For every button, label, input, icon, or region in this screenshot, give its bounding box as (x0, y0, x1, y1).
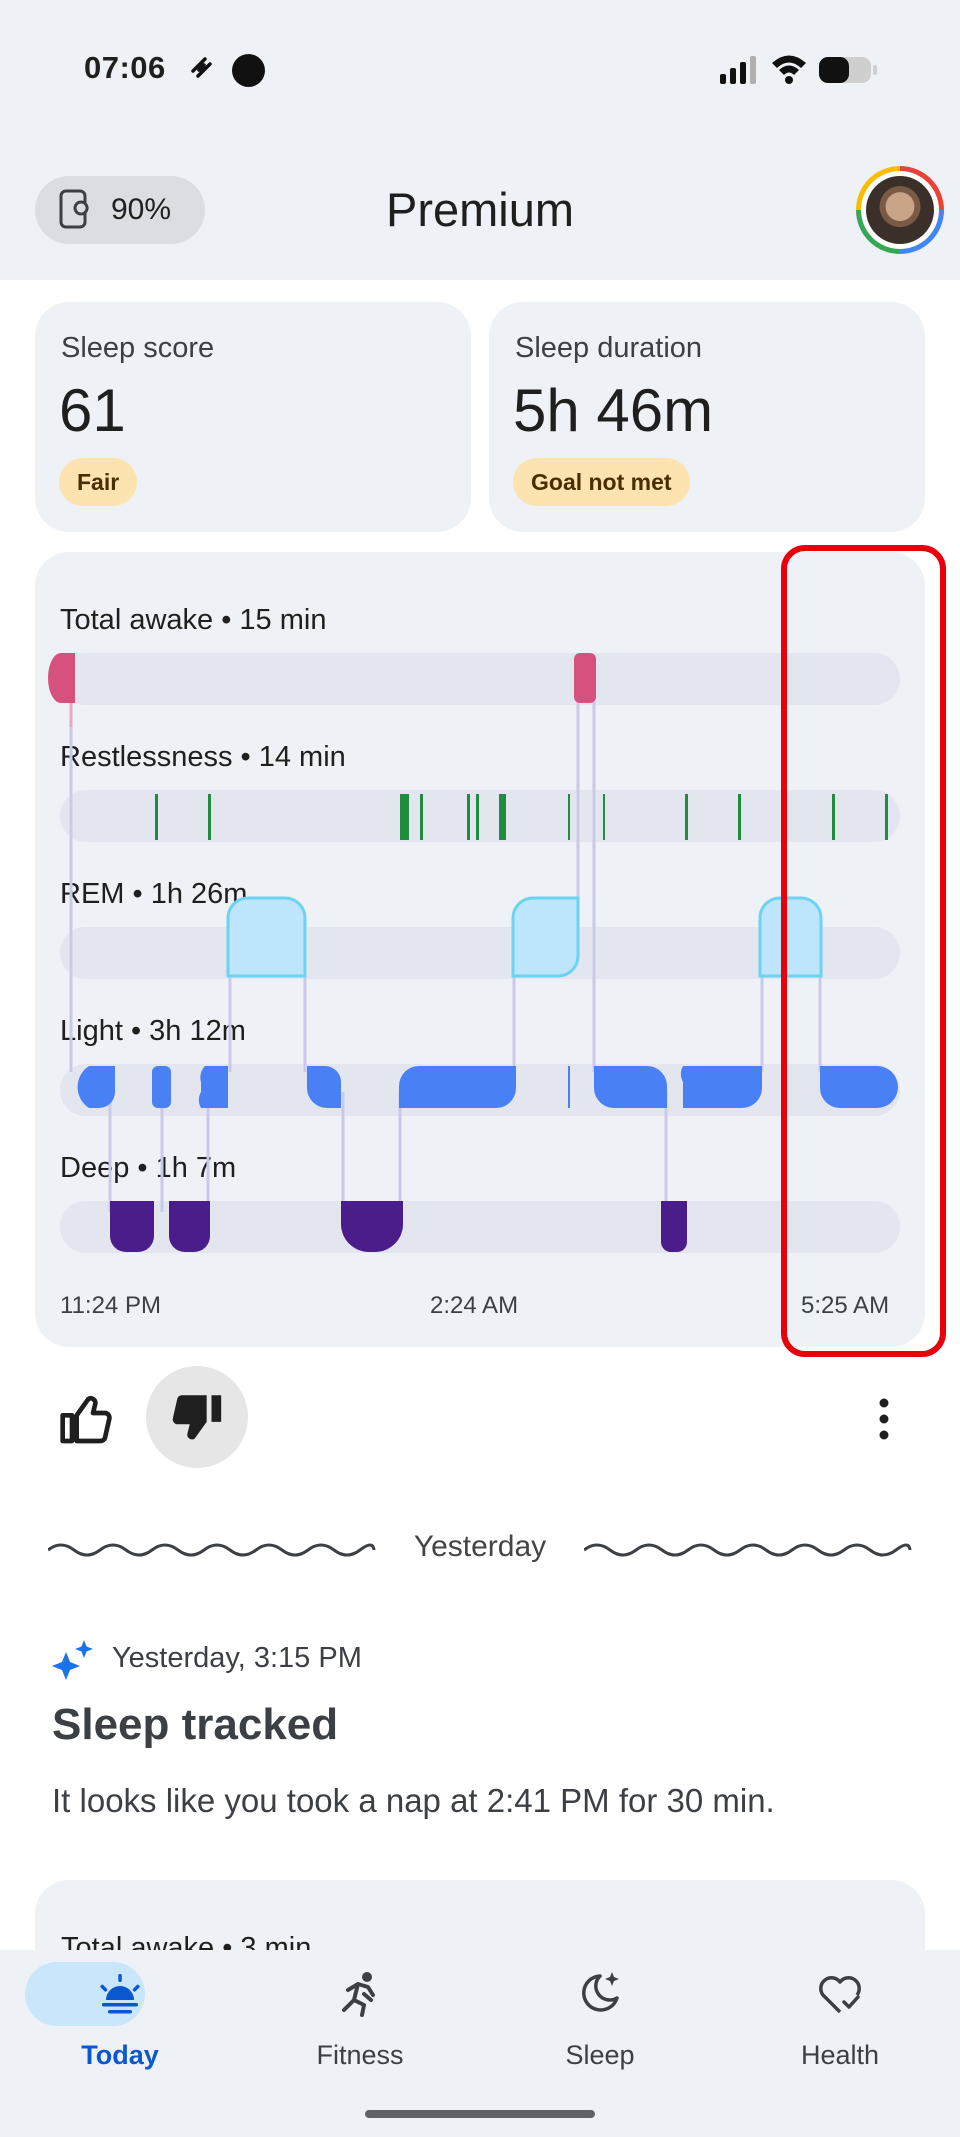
home-gesture-bar[interactable] (365, 2110, 595, 2118)
sunrise-icon (100, 1974, 140, 2014)
light-segment (75, 1066, 115, 1108)
x-axis-mid: 2:24 AM (430, 1292, 519, 1319)
link-status-icon (191, 57, 212, 78)
light-segment (307, 1066, 341, 1108)
dislike-button[interactable] (146, 1366, 248, 1468)
restless-tick (568, 794, 570, 840)
deep-segment (169, 1201, 210, 1252)
rem-segment (226, 896, 307, 978)
bottom-navigation: Today Fitness Sleep Health (0, 1950, 960, 2137)
awake-segment (574, 653, 596, 703)
sleep-duration-card[interactable]: Sleep duration 5h 46m Goal not met (489, 302, 925, 532)
card-description: It looks like you took a nap at 2:41 PM … (52, 1782, 775, 1819)
nav-sleep[interactable]: Sleep (480, 1950, 720, 2137)
light-segment (152, 1066, 171, 1108)
light-segment (568, 1066, 570, 1108)
signal-icon (720, 56, 756, 84)
rem-segment (511, 896, 580, 978)
thumb-down-icon (172, 1395, 222, 1440)
sleep-duration-label: Sleep duration (515, 332, 703, 364)
nav-sleep-label: Sleep (565, 2040, 635, 2070)
deep-segment (661, 1201, 687, 1252)
wifi-icon (772, 55, 806, 84)
avatar[interactable] (856, 166, 944, 254)
sparkle-icon (52, 1640, 93, 1680)
sleep-score-label: Sleep score (61, 332, 215, 364)
sleep-duration-value: 5h 46m (513, 377, 714, 444)
card-title: Sleep tracked (52, 1700, 339, 1749)
nav-today[interactable]: Today (0, 1950, 240, 2137)
light-segment (399, 1066, 516, 1108)
awake-segment (48, 653, 75, 703)
nav-fitness-label: Fitness (316, 2040, 404, 2070)
restless-tick (685, 794, 688, 840)
light-segment (594, 1066, 667, 1108)
avatar-photo (866, 176, 934, 244)
nav-fitness[interactable]: Fitness (240, 1950, 480, 2137)
deep-segment (110, 1201, 154, 1252)
restless-tick (476, 794, 479, 840)
more-options-icon[interactable] (870, 1394, 898, 1444)
nav-health-label: Health (800, 2040, 880, 2070)
light-segment (198, 1066, 228, 1108)
sleep-score-value: 61 (59, 377, 126, 444)
card-timestamp: Yesterday, 3:15 PM (112, 1642, 362, 1674)
restless-tick (603, 794, 605, 840)
camera-dot-icon (232, 54, 265, 87)
sleep-goal-badge: Goal not met (513, 458, 690, 506)
wave-divider-right (584, 1543, 912, 1557)
x-axis-start: 11:24 PM (60, 1292, 161, 1319)
restless-tick (208, 794, 211, 840)
restless-tick (499, 794, 506, 840)
light-segment (680, 1066, 762, 1108)
battery-icon (819, 57, 877, 83)
nav-today-label: Today (81, 2040, 159, 2070)
deep-segment (341, 1201, 403, 1252)
sleep-score-badge: Fair (59, 458, 138, 506)
thumb-up-icon[interactable] (58, 1392, 114, 1448)
nav-health[interactable]: Health (720, 1950, 960, 2137)
page-title: Premium (385, 183, 575, 236)
restless-tick (400, 794, 409, 840)
running-icon (342, 1972, 375, 2017)
moon-icon (582, 1972, 619, 2012)
restless-tick (420, 794, 423, 840)
restless-tick (738, 794, 741, 840)
highlight-box (781, 545, 946, 1357)
heart-icon (819, 1976, 861, 2014)
restless-tick (155, 794, 158, 840)
restless-tick (467, 794, 470, 840)
sleep-score-card[interactable]: Sleep score 61 Fair (35, 302, 471, 532)
status-time: 07:06 (84, 50, 166, 85)
